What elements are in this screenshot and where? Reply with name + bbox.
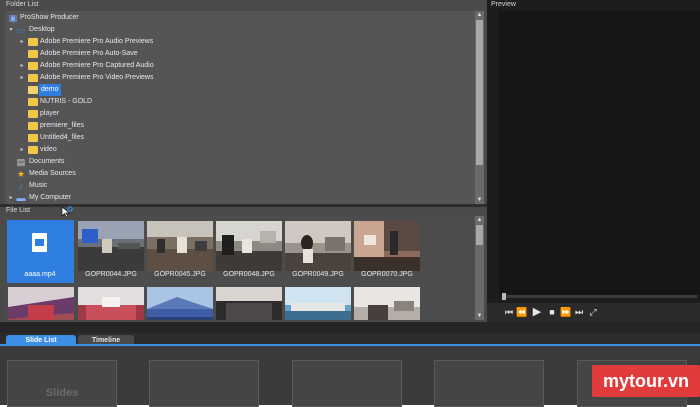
folder-list-header: Folder List	[6, 1, 39, 8]
folder-icon	[28, 122, 38, 130]
computer-icon: ▬	[16, 193, 26, 203]
stop-icon[interactable]: ■	[546, 306, 558, 319]
preview-screen	[499, 11, 700, 295]
preview-timeline-track[interactable]	[502, 293, 697, 300]
folder-icon	[28, 110, 38, 118]
tree-item-untitled4-files[interactable]: Untitled4_files	[5, 132, 305, 144]
scroll-up-icon[interactable]: ▲	[475, 11, 484, 19]
skip-start-icon[interactable]: ⏮	[503, 306, 515, 319]
left-panel: Folder List ▣ ProShow Producer ▾ ▭ Deskt…	[0, 0, 487, 322]
file-thumbnail[interactable]	[78, 287, 144, 320]
file-thumbnail[interactable]	[285, 287, 351, 320]
file-thumbnail[interactable]	[354, 287, 420, 320]
tree-item-nutris-gold[interactable]: NUTRIS - GOLD	[5, 96, 305, 108]
scrollbar-thumb[interactable]	[476, 20, 483, 165]
tree-item-audio-previews[interactable]: ▸ Adobe Premiere Pro Audio Previews	[5, 36, 305, 48]
documents-icon: ▤	[16, 157, 26, 167]
folder-icon	[28, 146, 38, 154]
expand-arrow-icon[interactable]: ▸	[18, 36, 26, 48]
panel-divider[interactable]	[0, 204, 487, 207]
play-icon[interactable]: ▶	[531, 306, 543, 319]
expand-arrow-icon[interactable]: ▸	[18, 72, 26, 84]
tree-item-media-sources[interactable]: ★ Media Sources	[5, 168, 305, 180]
fast-forward-icon[interactable]: ⏩	[560, 306, 572, 319]
file-list: aaaa.mp4 GOPR0044.JPG GOPR0045.JPG GOPR0…	[5, 216, 475, 320]
file-list-header: File List	[6, 207, 31, 214]
scrollbar-thumb[interactable]	[476, 225, 483, 245]
file-list-scrollbar[interactable]: ▲ ▼	[475, 216, 484, 320]
slide-slot[interactable]	[149, 360, 259, 407]
music-icon: ♪	[18, 181, 24, 191]
slides-placeholder-label: Slides	[45, 387, 79, 399]
playback-controls: ⏮ ⏪ ▶ ■ ⏩ ⏭ ⤢	[487, 303, 700, 322]
slide-slot[interactable]	[292, 360, 402, 407]
file-name: aaaa.mp4	[24, 271, 56, 278]
tree-item-my-computer[interactable]: ▸ ▬ My Computer	[5, 192, 305, 204]
preview-header: Preview	[491, 1, 516, 8]
tree-item-auto-save[interactable]: Adobe Premiere Pro Auto-Save	[5, 48, 305, 60]
star-icon: ★	[16, 169, 26, 179]
file-thumbnail[interactable]	[216, 287, 282, 320]
video-file-icon	[32, 233, 47, 252]
file-thumbnail[interactable]	[147, 221, 213, 271]
file-item-aaaa[interactable]: aaaa.mp4	[7, 220, 74, 283]
file-name: GOPR0048.JPG	[223, 271, 275, 278]
tree-item-desktop[interactable]: ▾ ▭ Desktop	[5, 24, 305, 36]
tree-item-video[interactable]: ▸ video	[5, 144, 305, 156]
preview-panel: Preview ⏮ ⏪ ▶ ■ ⏩ ⏭ ⤢	[487, 0, 700, 322]
tree-item-demo[interactable]: demo	[5, 84, 305, 96]
collapse-arrow-icon[interactable]: ▾	[7, 24, 15, 36]
file-thumbnail[interactable]	[354, 221, 420, 271]
rewind-icon[interactable]: ⏪	[516, 306, 528, 319]
folder-icon	[28, 74, 38, 82]
file-thumbnail[interactable]	[8, 287, 74, 320]
scroll-up-icon[interactable]: ▲	[475, 216, 484, 224]
file-thumbnail[interactable]	[285, 221, 351, 271]
file-name: GOPR0045.JPG	[154, 271, 206, 278]
tree-item-documents[interactable]: ▤ Documents	[5, 156, 305, 168]
desktop-icon: ▭	[16, 25, 26, 35]
file-thumbnail[interactable]	[78, 221, 144, 271]
file-name: GOPR0049.JPG	[292, 271, 344, 278]
scroll-down-icon[interactable]: ▼	[475, 312, 484, 320]
playhead-handle[interactable]	[502, 293, 506, 300]
program-icon: ▣	[8, 13, 18, 23]
scroll-down-icon[interactable]: ▼	[475, 196, 484, 204]
tree-item-captured-audio[interactable]: ▸ Adobe Premiere Pro Captured Audio	[5, 60, 305, 72]
tree-item-video-previews[interactable]: ▸ Adobe Premiere Pro Video Previews	[5, 72, 305, 84]
proshow-producer-window: Folder List ▣ ProShow Producer ▾ ▭ Deskt…	[0, 0, 700, 407]
file-thumbnail[interactable]	[147, 287, 213, 320]
folder-icon	[28, 50, 38, 58]
folder-icon	[28, 134, 38, 142]
folder-tree: ▣ ProShow Producer ▾ ▭ Desktop ▸ Adobe P…	[5, 11, 475, 204]
slide-slot[interactable]	[434, 360, 544, 407]
tree-item-proshow[interactable]: ▣ ProShow Producer	[5, 12, 305, 24]
tree-item-music[interactable]: ♪ Music	[5, 180, 305, 192]
file-thumbnail[interactable]	[216, 221, 282, 271]
folder-icon	[28, 38, 38, 46]
folder-tree-scrollbar[interactable]: ▲ ▼	[475, 11, 484, 204]
watermark-logo: mytour.vn	[592, 365, 700, 397]
slide-tab-bar: Slide List Timeline	[0, 322, 700, 346]
file-name: GOPR0070.JPG	[361, 271, 413, 278]
tree-item-player[interactable]: player	[5, 108, 305, 120]
slide-slot[interactable]: Slides	[7, 360, 117, 407]
tree-item-premiere-files[interactable]: premiere_files	[5, 120, 305, 132]
folder-icon	[28, 86, 38, 94]
expand-arrow-icon[interactable]: ▸	[7, 192, 15, 204]
folder-icon	[28, 62, 38, 70]
expand-arrow-icon[interactable]: ▸	[18, 144, 26, 156]
expand-arrow-icon[interactable]: ▸	[18, 60, 26, 72]
folder-icon	[28, 98, 38, 106]
fullscreen-icon[interactable]: ⤢	[587, 306, 599, 319]
file-name: GOPR0044.JPG	[85, 271, 137, 278]
skip-end-icon[interactable]: ⏭	[573, 306, 585, 319]
